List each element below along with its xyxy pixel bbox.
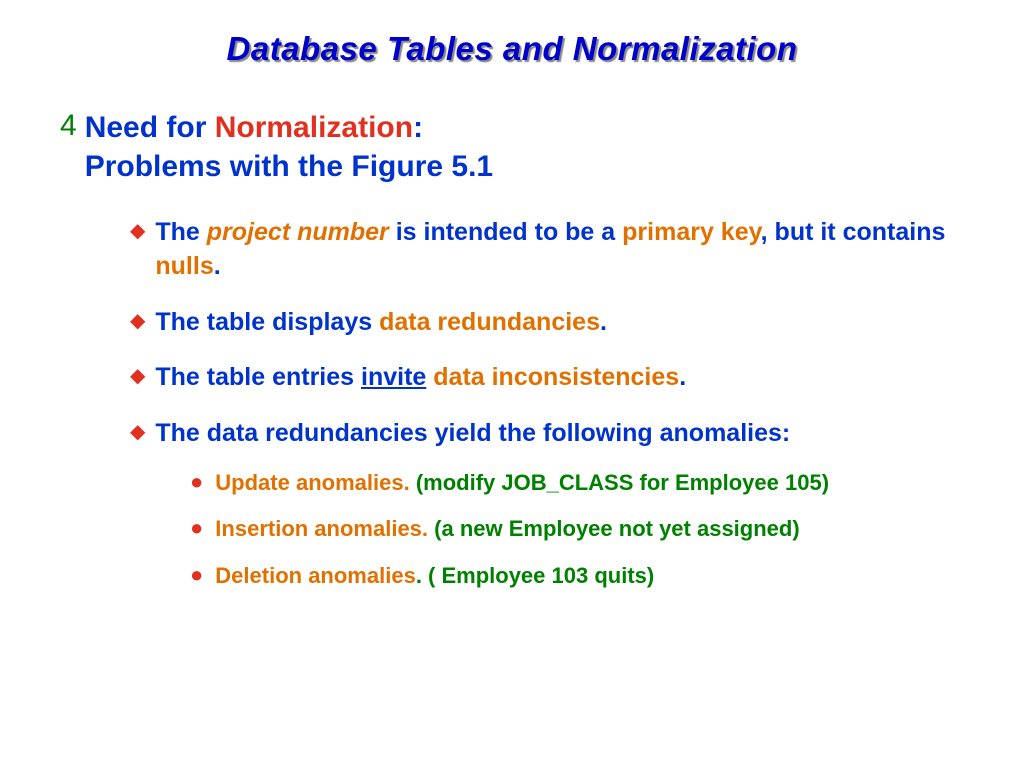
l1-colon: : (413, 111, 423, 144)
level3-text: Update anomalies. (modify JOB_CLASS for … (215, 469, 829, 498)
text-span: . (679, 363, 686, 391)
l1-need-for: Need for (85, 111, 215, 144)
level2-text: The project number is intended to be a p… (155, 216, 974, 284)
level1-block: 4 Need for Normalization: Problems with … (60, 108, 974, 186)
text-span: . ( Employee 103 quits) (416, 563, 654, 588)
text-span: The (155, 218, 206, 246)
level1-bullet-icon: 4 (60, 108, 77, 144)
level3-text: Insertion anomalies. (a new Employee not… (215, 515, 799, 544)
text-span: . (214, 252, 221, 280)
text-span: The table displays (155, 308, 379, 336)
text-span: data inconsistencies (433, 363, 679, 391)
text-span: is intended to be a (396, 218, 622, 246)
level2-text: The data redundancies yield the followin… (155, 417, 790, 451)
diamond-bullet-icon: ◆ (130, 417, 145, 447)
slide-title: Database Tables and Normalization (50, 30, 974, 68)
text-span: Deletion anomalies (215, 563, 416, 588)
level1-text: Need for Normalization: Problems with th… (85, 108, 493, 186)
level2-item: ◆ The table displays data redundancies. (130, 306, 974, 340)
diamond-bullet-icon: ◆ (130, 216, 145, 246)
dot-bullet-icon: ● (190, 515, 203, 541)
text-span: primary key (622, 218, 761, 246)
level2-item: ◆ The project number is intended to be a … (130, 216, 974, 284)
diamond-bullet-icon: ◆ (130, 306, 145, 336)
level2-text: The table entries invite data inconsiste… (155, 361, 686, 395)
dot-bullet-icon: ● (190, 562, 203, 588)
l1-normalization: Normalization (215, 111, 413, 144)
text-span: Update anomalies. (215, 470, 416, 495)
l1-line2: Problems with the Figure 5.1 (85, 150, 493, 183)
text-span: (modify JOB_CLASS for Employee 105) (416, 470, 829, 495)
text-span: data redundancies (379, 308, 600, 336)
diamond-bullet-icon: ◆ (130, 361, 145, 391)
text-span: The table entries (155, 363, 361, 391)
text-span: project number (207, 218, 396, 246)
level3-text: Deletion anomalies. ( Employee 103 quits… (215, 562, 654, 591)
slide: Database Tables and Normalization 4 Need… (0, 0, 1024, 639)
text-span: invite (361, 363, 426, 391)
level3-item: ● Insertion anomalies. (a new Employee no… (190, 515, 974, 544)
level3-list: ● Update anomalies. (modify JOB_CLASS for… (190, 469, 974, 591)
text-span: Insertion anomalies. (215, 516, 434, 541)
text-span: , but it contains (761, 218, 946, 246)
text-span: The data redundancies yield the followin… (155, 419, 790, 447)
level2-text: The table displays data redundancies. (155, 306, 607, 340)
level3-item: ● Deletion anomalies. ( Employee 103 quit… (190, 562, 974, 591)
text-span: (a new Employee not yet assigned) (434, 516, 800, 541)
level2-item: ◆ The data redundancies yield the followi… (130, 417, 974, 451)
text-span: . (600, 308, 607, 336)
level3-item: ● Update anomalies. (modify JOB_CLASS for… (190, 469, 974, 498)
text-span: nulls (155, 252, 213, 280)
level2-list: ◆ The project number is intended to be a … (130, 216, 974, 451)
level2-item: ◆ The table entries invite data inconsist… (130, 361, 974, 395)
dot-bullet-icon: ● (190, 469, 203, 495)
